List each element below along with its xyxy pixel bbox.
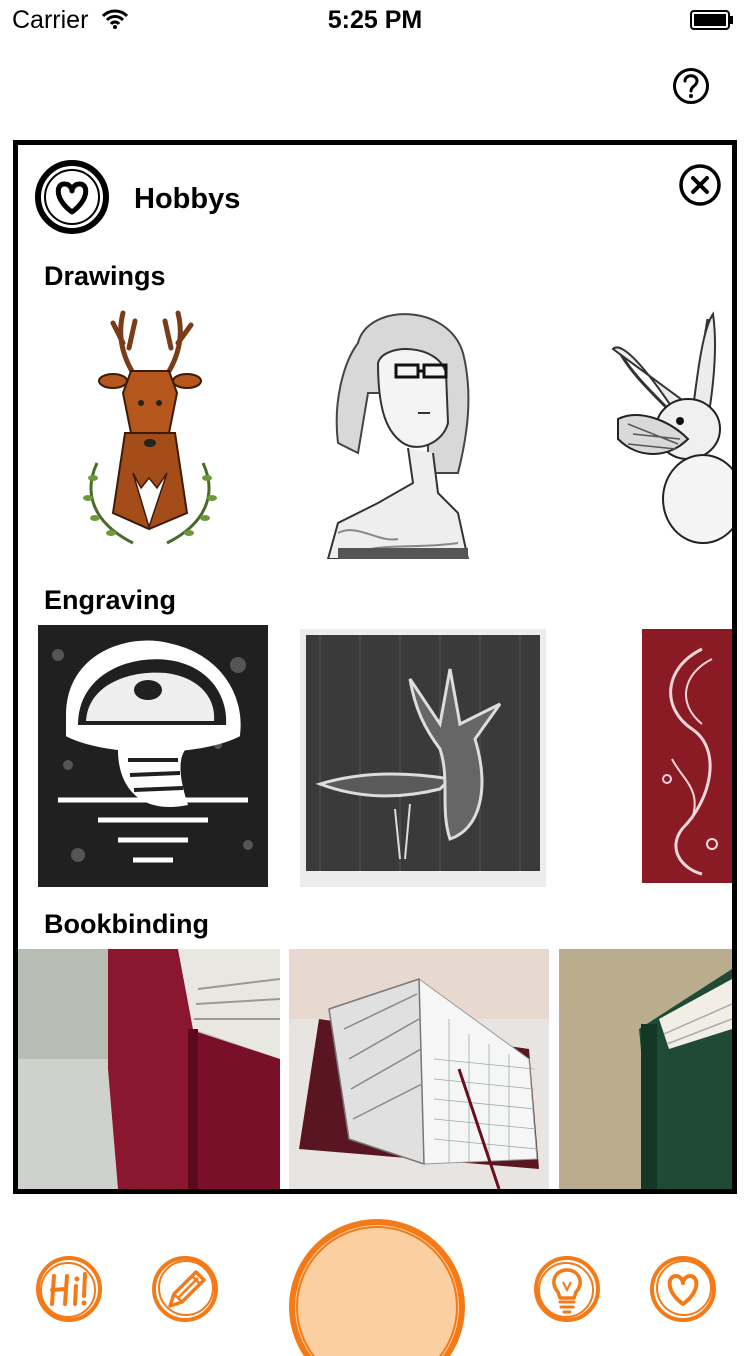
home-button[interactable] — [286, 1216, 468, 1356]
tab-lightbulb[interactable] — [532, 1254, 602, 1324]
home-circle-icon — [289, 1219, 465, 1356]
heart-icon — [650, 1256, 716, 1322]
tab-bar — [0, 1190, 750, 1356]
tab-pencil[interactable] — [150, 1254, 220, 1324]
drawing-rabbit[interactable] — [608, 309, 732, 547]
hobbys-card: Hobbys Drawings Engraving Bookbinding — [13, 140, 737, 1194]
section-title-engraving: Engraving — [44, 585, 177, 615]
tab-heart[interactable] — [648, 1254, 718, 1324]
card-title: Hobbys — [134, 183, 241, 215]
tab-hi[interactable] — [34, 1254, 104, 1324]
battery-icon — [690, 10, 734, 30]
status-bar: Carrier 5:25 PM — [0, 0, 750, 40]
clock: 5:25 PM — [327, 6, 423, 34]
pencil-icon — [152, 1256, 218, 1322]
drawing-deer[interactable] — [73, 303, 225, 557]
heart-circle-icon — [32, 157, 112, 237]
question-mark-icon — [673, 68, 709, 104]
bookbinding-red-book[interactable] — [18, 949, 280, 1189]
bookbinding-green-book[interactable] — [559, 949, 732, 1189]
section-title-bookbinding: Bookbinding — [44, 909, 209, 939]
drawing-girl-portrait[interactable] — [318, 303, 478, 559]
bookbinding-grid-notebook[interactable] — [289, 949, 549, 1189]
engraving-leaf[interactable] — [300, 629, 546, 887]
engraving-red-swirl[interactable] — [642, 629, 732, 883]
engraving-mushroom[interactable] — [38, 625, 268, 887]
close-x-icon — [679, 164, 721, 206]
lightbulb-icon — [534, 1256, 600, 1322]
hi-icon — [36, 1256, 102, 1322]
section-title-drawings: Drawings — [44, 261, 166, 291]
close-button[interactable] — [678, 163, 722, 207]
help-button[interactable] — [672, 67, 710, 105]
